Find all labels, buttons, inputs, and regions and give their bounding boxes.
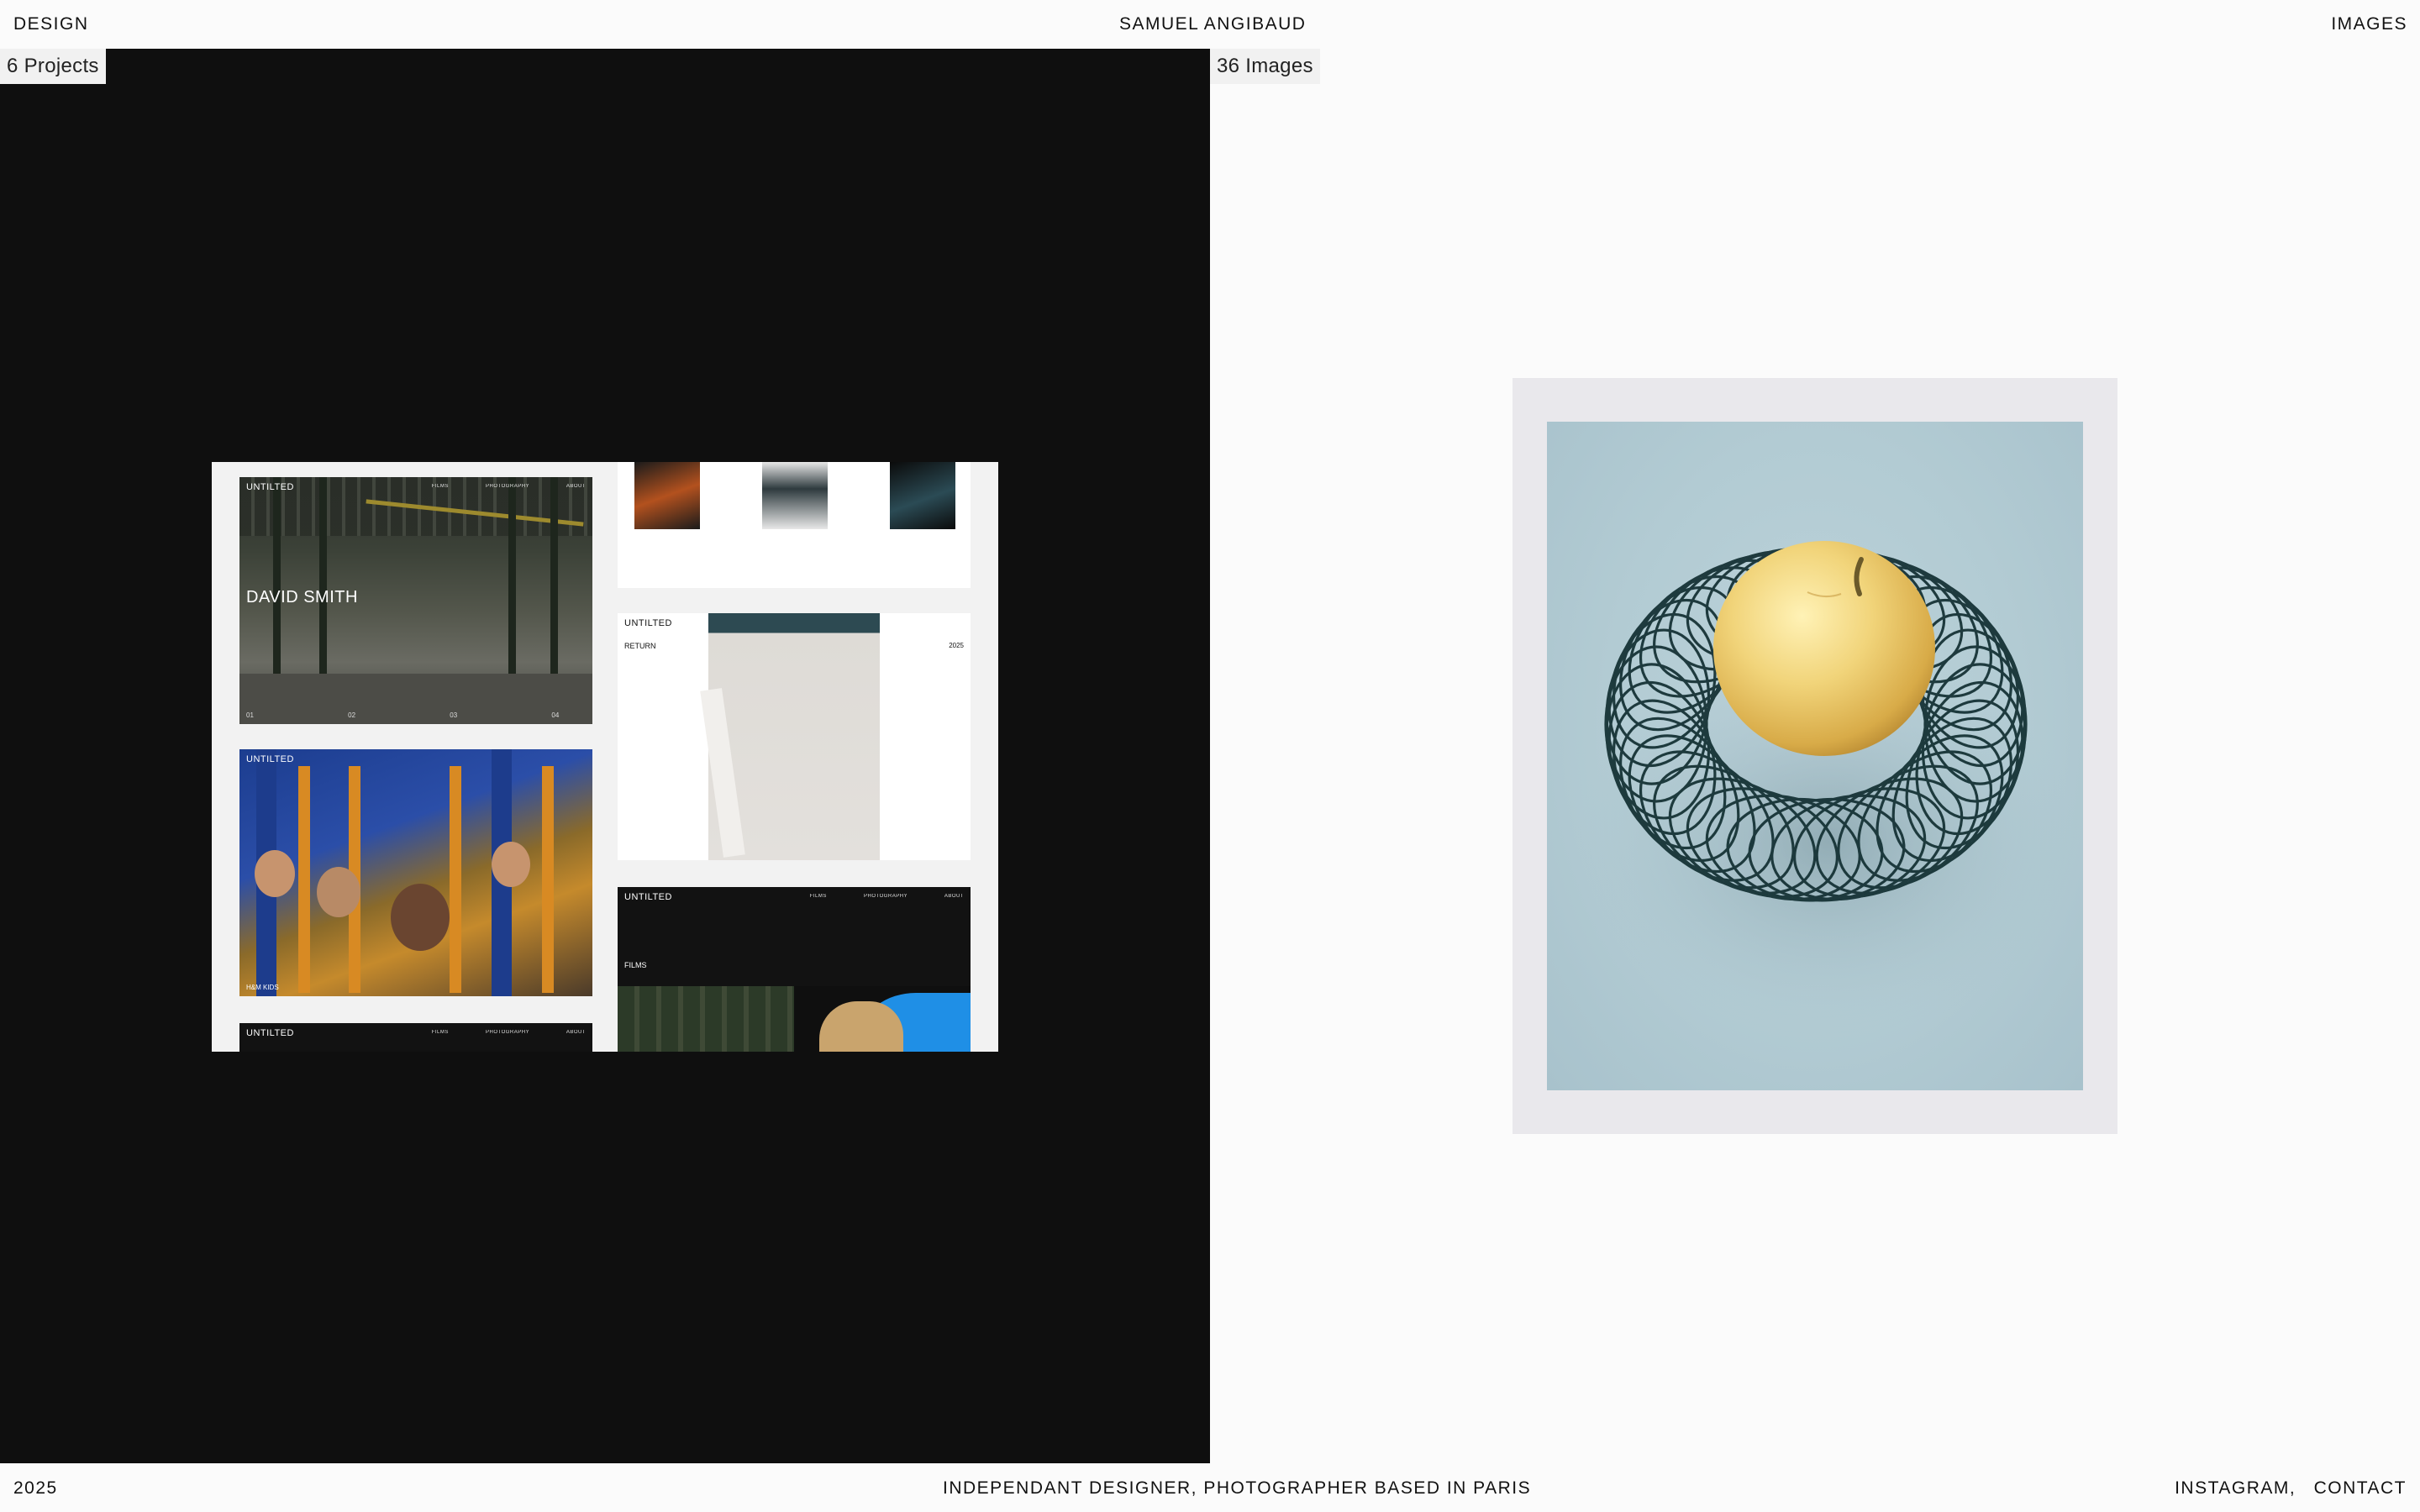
preview-card-return: UNTILTED RETURN 2025 [618,613,971,860]
kid-figure [255,850,295,897]
mini-brand: UNTILTED [246,754,294,764]
footer-year: 2025 [13,1478,58,1498]
mini-nav: UNTILTED FILMS PHOTOGRAPHY ABOUT [246,482,586,494]
footer-links: INSTAGRAM, CONTACT [2175,1478,2407,1499]
mini-links: FILMS PHOTOGRAPHY ABOUT [431,484,586,489]
kids-caption: H&M KIDS [246,984,279,991]
site-name[interactable]: SAMUEL ANGIBAUD [1119,14,1306,34]
kid-figure [391,884,450,951]
site-footer: 2025 INDEPENDANT DESIGNER, PHOTOGRAPHER … [0,1463,2420,1512]
mini-nav: UNTILTED FILMS PHOTOGRAPHY ABOUT [246,1028,586,1040]
mini-nav: UNTILTED [246,754,586,766]
nav-images-link[interactable]: IMAGES [2331,14,2407,34]
instagram-link[interactable]: INSTAGRAM, [2175,1478,2296,1498]
footer-tagline: INDEPENDANT DESIGNER, PHOTOGRAPHER BASED… [943,1478,1532,1498]
preview-card-david-smith: UNTILTED FILMS PHOTOGRAPHY ABOUT DAVID S… [239,477,592,724]
films-title: FILMS [624,961,647,969]
mini-brand: UNTILTED [624,892,672,902]
mini-links: FILMS PHOTOGRAPHY ABOUT [809,894,964,899]
product-thumb [634,462,700,529]
design-preview-board[interactable]: UNTILTED FILMS PHOTOGRAPHY ABOUT DAVID S… [212,462,998,1052]
apple-on-slinky-photo [1547,422,2083,1090]
rock-shape [819,1001,903,1052]
product-thumb [762,462,828,529]
preview-card-kids: UNTILTED H&M KIDS [239,749,592,996]
kid-figure [317,867,360,917]
product-thumb [890,462,955,529]
contact-link[interactable]: CONTACT [2314,1478,2407,1498]
apple-slinky-illustration [1576,541,2081,1035]
mini-nav: UNTILTED FILMS PHOTOGRAPHY ABOUT [624,892,964,904]
mini-nav: UNTILTED [624,618,964,630]
preview-card-films: UNTILTED FILMS PHOTOGRAPHY ABOUT FILMS [618,887,971,1052]
films-thumb-warehouse [618,986,794,1052]
kid-figure [492,842,530,887]
design-panel[interactable]: 6 Projects UNTILTED FILMS PHOTOGRAPHY AB… [0,49,1210,1463]
playground-bar [542,766,554,993]
hero-title: DAVID SMITH [246,588,358,606]
mini-links: FILMS PHOTOGRAPHY ABOUT [431,1030,586,1035]
playground-bar [298,766,310,993]
preview-card-dark: UNTILTED FILMS PHOTOGRAPHY ABOUT [239,1023,592,1052]
featured-image-frame[interactable] [1512,378,2118,1134]
images-count: 36 Images [1210,49,1320,84]
preview-card-products [618,462,971,588]
return-title: RETURN [624,642,656,650]
return-year: 2025 [949,642,964,649]
hero-numbers: 01 02 03 04 [246,711,560,719]
films-thumb-rock [794,986,971,1052]
playground-bar [450,766,461,993]
mini-brand: UNTILTED [246,1028,294,1038]
images-panel[interactable]: 36 Images [1210,49,2420,1463]
mini-brand: UNTILTED [624,618,672,628]
nav-design-link[interactable]: DESIGN [13,14,89,34]
mini-brand: UNTILTED [246,482,294,492]
projects-count: 6 Projects [0,49,106,84]
site-header: DESIGN SAMUEL ANGIBAUD IMAGES [0,0,2420,49]
